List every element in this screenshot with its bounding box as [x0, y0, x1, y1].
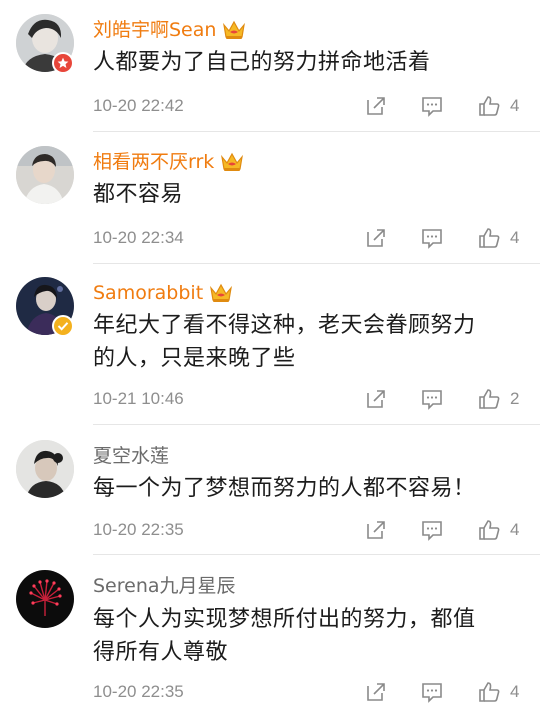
comment-item: Serena九月星辰 每个人为实现梦想所付出的努力，都值 得所有人尊敬 10-2…: [0, 570, 540, 706]
divider: [93, 554, 540, 555]
verified-badge-icon: [52, 52, 74, 74]
thumbs-up-icon: [479, 228, 500, 248]
share-icon: [367, 97, 385, 115]
timestamp: 10-20 22:42: [93, 96, 184, 115]
share-icon: [367, 683, 385, 701]
avatar[interactable]: [16, 570, 74, 628]
comment-meta: 10-21 10:46 2: [93, 387, 523, 411]
reply-button[interactable]: [420, 94, 444, 118]
crown-icon: [219, 151, 245, 173]
share-icon: [367, 521, 385, 539]
avatar[interactable]: [16, 146, 74, 204]
divider: [93, 424, 540, 425]
reply-button[interactable]: [420, 387, 444, 411]
comment-text: 都不容易: [93, 182, 184, 207]
comment-meta: 10-20 22:35 4: [93, 518, 523, 542]
like-count: 4: [510, 96, 520, 115]
share-button[interactable]: [364, 94, 388, 118]
username-row: 刘皓宇啊Sean: [93, 16, 247, 44]
comment-text-line-1: 每个人为实现梦想所付出的努力，都值: [93, 607, 476, 632]
thumbs-up-icon: [479, 389, 500, 409]
like-button[interactable]: 4: [477, 226, 519, 250]
like-count: 4: [510, 228, 520, 247]
username[interactable]: Samorabbit: [93, 281, 203, 305]
username-row: Samorabbit: [93, 279, 234, 307]
username-row: 夏空水莲: [93, 442, 169, 470]
comment-text: 每一个为了梦想而努力的人都不容易！: [93, 476, 476, 501]
comment-icon: [422, 521, 442, 541]
divider: [93, 263, 540, 264]
crown-icon: [221, 19, 247, 41]
comment-text-line-1: 年纪大了看不得这种，老天会眷顾努力: [93, 313, 476, 338]
username[interactable]: 刘皓宇啊Sean: [93, 18, 216, 42]
reply-button[interactable]: [420, 518, 444, 542]
reply-button[interactable]: [420, 226, 444, 250]
timestamp: 10-20 22:34: [93, 228, 184, 247]
share-icon: [367, 229, 385, 247]
share-button[interactable]: [364, 226, 388, 250]
avatar[interactable]: [16, 440, 74, 498]
thumbs-up-icon: [479, 520, 500, 540]
comment-icon: [422, 229, 442, 249]
comment-meta: 10-20 22:35 4: [93, 680, 523, 704]
comment-item: 刘皓宇啊Sean 人都要为了自己的努力拼命地活着 10-20 22:42 4: [0, 14, 540, 134]
comment-meta: 10-20 22:34 4: [93, 226, 523, 250]
divider: [93, 131, 540, 132]
comment-icon: [422, 97, 442, 117]
like-count: 4: [510, 520, 520, 539]
thumbs-up-icon: [479, 96, 500, 116]
like-button[interactable]: 2: [477, 387, 519, 411]
comment-icon: [422, 390, 442, 410]
reply-button[interactable]: [420, 680, 444, 704]
verified-badge-icon: [52, 315, 74, 337]
like-button[interactable]: 4: [477, 518, 519, 542]
like-button[interactable]: 4: [477, 680, 519, 704]
comment-list: 刘皓宇啊Sean 人都要为了自己的努力拼命地活着 10-20 22:42 4 相…: [0, 0, 540, 706]
comment-icon: [422, 683, 442, 703]
username-row: Serena九月星辰: [93, 572, 236, 600]
timestamp: 10-21 10:46: [93, 389, 184, 408]
username[interactable]: Serena九月星辰: [93, 574, 236, 598]
comment-text: 人都要为了自己的努力拼命地活着: [93, 50, 431, 75]
like-count: 2: [510, 389, 520, 408]
comment-meta: 10-20 22:42 4: [93, 94, 523, 118]
share-button[interactable]: [364, 387, 388, 411]
crown-icon: [208, 282, 234, 304]
comment-item: Samorabbit 年纪大了看不得这种，老天会眷顾努力 的人，只是来晚了些 1…: [0, 277, 540, 429]
thumbs-up-icon: [479, 682, 500, 702]
share-icon: [367, 390, 385, 408]
comment-item: 夏空水莲 每一个为了梦想而努力的人都不容易！ 10-20 22:35 4: [0, 440, 540, 560]
timestamp: 10-20 22:35: [93, 682, 184, 701]
like-count: 4: [510, 682, 520, 701]
username-row: 相看两不厌rrk: [93, 148, 245, 176]
share-button[interactable]: [364, 518, 388, 542]
comment-item: 相看两不厌rrk 都不容易 10-20 22:34 4: [0, 146, 540, 266]
timestamp: 10-20 22:35: [93, 520, 184, 539]
username[interactable]: 相看两不厌rrk: [93, 150, 214, 174]
comment-text-line-2: 的人，只是来晚了些: [93, 346, 296, 371]
like-button[interactable]: 4: [477, 94, 519, 118]
username[interactable]: 夏空水莲: [93, 444, 169, 468]
share-button[interactable]: [364, 680, 388, 704]
comment-text-line-2: 得所有人尊敬: [93, 640, 229, 665]
